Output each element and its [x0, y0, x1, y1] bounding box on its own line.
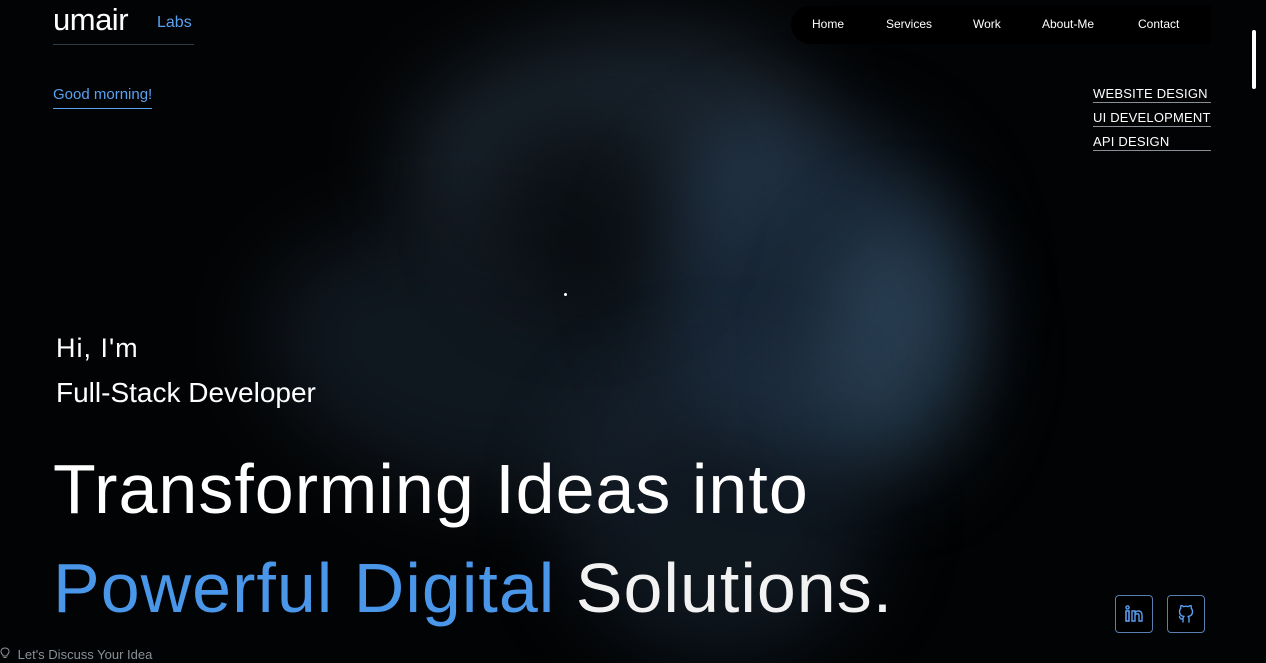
services-list: WEBSITE DESIGN UI DEVELOPMENT API DESIGN — [1093, 86, 1211, 158]
main-nav: Home Services Work About-Me Contact — [791, 6, 1211, 44]
github-button[interactable] — [1167, 595, 1205, 633]
greeting-text: Good morning! — [53, 86, 153, 109]
nav-home[interactable]: Home — [812, 17, 844, 31]
logo-sub: Labs — [157, 14, 192, 31]
logo-name: umair — [53, 2, 129, 37]
discuss-idea-link[interactable]: Let's Discuss Your Idea — [0, 647, 152, 662]
nav-about-me[interactable]: About-Me — [1042, 17, 1094, 31]
background-shadow — [480, 120, 680, 300]
hero-intro: Hi, I'm — [56, 333, 139, 363]
hero-role: Full-Stack Developer — [56, 377, 316, 408]
nav-contact[interactable]: Contact — [1138, 17, 1179, 31]
scrollbar-thumb[interactable] — [1252, 30, 1256, 89]
cursor-dot — [564, 293, 567, 296]
github-icon — [1178, 604, 1194, 623]
nav-services[interactable]: Services — [886, 17, 932, 31]
lightbulb-icon — [0, 647, 14, 662]
hero-headline-accent: Powerful Digital — [53, 549, 556, 627]
service-api-design[interactable]: API DESIGN — [1093, 134, 1211, 151]
service-website-design[interactable]: WEBSITE DESIGN — [1093, 86, 1211, 103]
nav-work[interactable]: Work — [973, 17, 1001, 31]
background-glow — [386, 1, 834, 289]
page: umair Labs Home Services Work About-Me C… — [0, 0, 1266, 663]
hero-headline-line1: Transforming Ideas into — [53, 450, 809, 528]
hero-headline-rest: Solutions. — [575, 549, 894, 627]
logo[interactable]: umair Labs — [53, 2, 194, 45]
hero-headline-line2: Powerful Digital Solutions. — [53, 548, 893, 628]
background-glow — [640, 120, 970, 450]
linkedin-button[interactable] — [1115, 595, 1153, 633]
discuss-idea-label: Let's Discuss Your Idea — [17, 647, 153, 662]
linkedin-icon — [1125, 605, 1143, 622]
service-ui-development[interactable]: UI DEVELOPMENT — [1093, 110, 1211, 127]
background-glow — [820, 220, 980, 480]
